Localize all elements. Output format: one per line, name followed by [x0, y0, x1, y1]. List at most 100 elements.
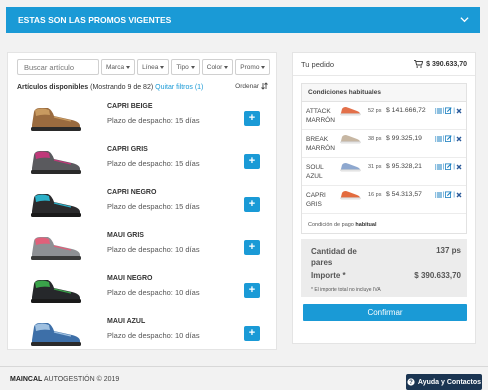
pairs-label: Cantidad de pares — [311, 247, 357, 267]
filter-linea[interactable]: Línea — [137, 59, 170, 75]
product-lead-time: Plazo de despacho: 10 días — [107, 331, 200, 340]
order-line-qty: 16 ps — [368, 192, 382, 198]
order-line-actions: | | — [434, 107, 462, 114]
product-lead-time: Plazo de despacho: 10 días — [107, 245, 200, 254]
separator: | — [442, 163, 445, 170]
add-to-order-button[interactable]: + — [244, 154, 260, 169]
promo-banner[interactable]: ESTAS SON LAS PROMOS VIGENTES — [6, 7, 480, 33]
conditions-box: Condiciones habituales ATTACK MARRÓN 52 p… — [301, 83, 467, 234]
amount-value: $ 390.633,70 — [414, 271, 461, 280]
edit-icon[interactable] — [445, 191, 452, 198]
separator: | — [453, 135, 455, 142]
add-to-order-button[interactable]: + — [244, 111, 260, 126]
order-line-price: $ 141.666,72 — [386, 107, 426, 114]
product-item: CAPRI NEGRO Plazo de despacho: 15 días + — [8, 185, 276, 228]
order-line-qty: 38 ps — [368, 136, 382, 142]
separator: | — [442, 191, 445, 198]
list-icon[interactable] — [434, 108, 442, 114]
list-icon[interactable] — [434, 192, 442, 198]
order-line-price: $ 99.325,19 — [386, 135, 422, 142]
filter-color[interactable]: Color — [201, 59, 234, 75]
filter-marca[interactable]: Marca — [101, 59, 136, 75]
pairs-value: 137 ps — [436, 246, 461, 255]
separator: | — [442, 135, 445, 142]
order-line-actions: | | — [434, 135, 462, 142]
promo-banner-title: ESTAS SON LAS PROMOS VIGENTES — [18, 15, 172, 25]
product-name: MAUI AZUL — [107, 318, 146, 325]
product-name: CAPRI NEGRO — [107, 189, 157, 196]
caret-down-icon — [190, 65, 195, 69]
results-count: Artículos disponibles (Mostrando 9 de 82… — [17, 84, 204, 91]
order-panel: Tu pedido $ 390.633,70 Condiciones habit… — [292, 52, 476, 344]
product-name: MAUI NEGRO — [107, 275, 153, 282]
list-icon[interactable] — [434, 136, 442, 142]
sort-button[interactable]: Ordenar — [235, 82, 268, 90]
confirm-button[interactable]: Confirmar — [303, 304, 467, 321]
order-line: CAPRI GRIS 16 ps $ 54.313,57 | | — [302, 186, 466, 214]
filter-tipo[interactable]: Tipo — [171, 59, 200, 75]
product-lead-time: Plazo de despacho: 15 días — [107, 159, 200, 168]
edit-icon[interactable] — [445, 107, 452, 114]
order-line: SOUL AZUL 31 ps $ 95.328,21 | | — [302, 158, 466, 186]
order-line-shoe-image — [340, 107, 361, 116]
add-to-order-button[interactable]: + — [244, 197, 260, 212]
caret-down-icon — [224, 65, 229, 69]
conditions-title: Condiciones habituales — [302, 84, 466, 102]
list-icon[interactable] — [434, 164, 442, 170]
delete-icon[interactable] — [456, 108, 462, 114]
product-shoe-image — [31, 194, 81, 217]
order-line: ATTACK MARRÓN 52 ps $ 141.666,72 | | — [302, 102, 466, 130]
order-lines: ATTACK MARRÓN 52 ps $ 141.666,72 | | BREAK MA… — [302, 102, 466, 214]
order-line-price: $ 54.313,57 — [386, 191, 422, 198]
order-line-actions: | | — [434, 191, 462, 198]
order-title: Tu pedido — [301, 60, 335, 69]
product-shoe-image — [31, 280, 81, 303]
caret-down-icon — [126, 65, 131, 69]
add-to-order-button[interactable]: + — [244, 283, 260, 298]
svg-text:?: ? — [409, 380, 413, 386]
order-line-name: ATTACK MARRÓN — [306, 108, 335, 124]
separator: | — [453, 191, 455, 198]
product-item: MAUI NEGRO Plazo de despacho: 10 días + — [8, 271, 276, 314]
add-to-order-button[interactable]: + — [244, 326, 260, 341]
order-line-qty: 31 ps — [368, 164, 382, 170]
edit-icon[interactable] — [445, 135, 452, 142]
separator: | — [442, 107, 445, 114]
filter-promo[interactable]: Promo — [235, 59, 271, 75]
product-item: CAPRI GRIS Plazo de despacho: 15 días + — [8, 142, 276, 185]
search-input[interactable] — [17, 59, 99, 75]
order-line-shoe-image — [340, 191, 361, 200]
tax-note: * El importe total no incluye IVA — [311, 287, 381, 293]
separator: | — [453, 107, 455, 114]
order-line-name: SOUL AZUL — [306, 164, 324, 180]
product-name: CAPRI GRIS — [107, 146, 148, 153]
product-name: MAUI GRIS — [107, 232, 144, 239]
product-name: CAPRI BEIGE — [107, 103, 153, 110]
order-line-shoe-image — [340, 163, 361, 172]
product-item: MAUI GRIS Plazo de despacho: 10 días + — [8, 228, 276, 271]
help-circle-icon: ? — [407, 378, 415, 386]
product-list: CAPRI BEIGE Plazo de despacho: 15 días + CA… — [8, 99, 276, 357]
footer: MAINCAL AUTOGESTIÓN © 2019 ? Ayuda y Con… — [0, 366, 488, 390]
order-summary: Cantidad de pares 137 ps Importe * $ 390… — [301, 239, 467, 297]
cart-icon — [414, 60, 424, 68]
caret-down-icon — [160, 65, 165, 69]
order-total: $ 390.633,70 — [414, 60, 467, 68]
delete-icon[interactable] — [456, 136, 462, 142]
chevron-down-icon[interactable] — [460, 15, 469, 24]
sort-icon — [261, 82, 268, 90]
amount-label: Importe * — [311, 271, 346, 280]
filter-bar: Marca Línea Tipo Color Promo — [101, 59, 271, 75]
clear-filters-link[interactable]: Quitar filtros (1) — [155, 84, 203, 91]
order-line-price: $ 95.328,21 — [386, 163, 422, 170]
delete-icon[interactable] — [456, 164, 462, 170]
product-shoe-image — [31, 237, 81, 260]
edit-icon[interactable] — [445, 163, 452, 170]
add-to-order-button[interactable]: + — [244, 240, 260, 255]
product-item: MAUI AZUL Plazo de despacho: 10 días + — [8, 314, 276, 357]
product-item: CAPRI BEIGE Plazo de despacho: 15 días + — [8, 99, 276, 142]
delete-icon[interactable] — [456, 192, 462, 198]
product-shoe-image — [31, 108, 81, 131]
product-lead-time: Plazo de despacho: 10 días — [107, 288, 200, 297]
help-contact-button[interactable]: ? Ayuda y Contactos — [406, 374, 482, 390]
